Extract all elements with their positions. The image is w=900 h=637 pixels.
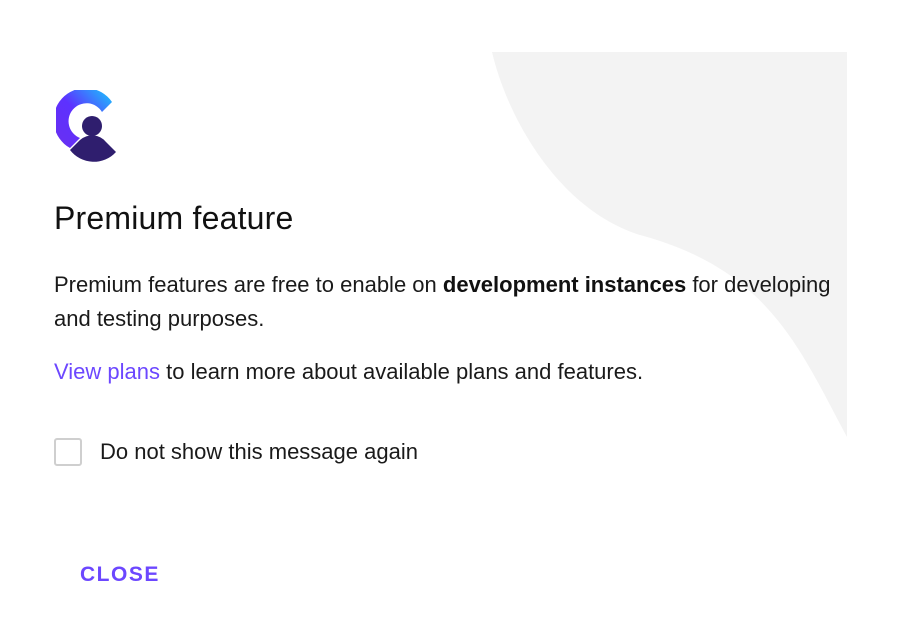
- close-button[interactable]: CLOSE: [68, 552, 172, 598]
- premium-feature-dialog: Premium feature Premium features are fre…: [0, 0, 900, 637]
- description-bold-text: development instances: [442, 272, 687, 297]
- view-plans-link[interactable]: View plans: [54, 359, 160, 384]
- dialog-title: Premium feature: [54, 200, 294, 236]
- dont-show-again-checkbox[interactable]: [54, 438, 82, 466]
- plans-paragraph: View plans to learn more about available…: [54, 355, 834, 389]
- clerk-logo-icon: [56, 90, 116, 162]
- dont-show-again-label[interactable]: Do not show this message again: [100, 439, 418, 465]
- plans-text: to learn more about available plans and …: [160, 359, 644, 384]
- dialog-description: Premium features are free to enable on d…: [54, 268, 834, 336]
- description-text: Premium features are free to enable on: [54, 272, 443, 297]
- dont-show-again-row[interactable]: Do not show this message again: [54, 435, 418, 469]
